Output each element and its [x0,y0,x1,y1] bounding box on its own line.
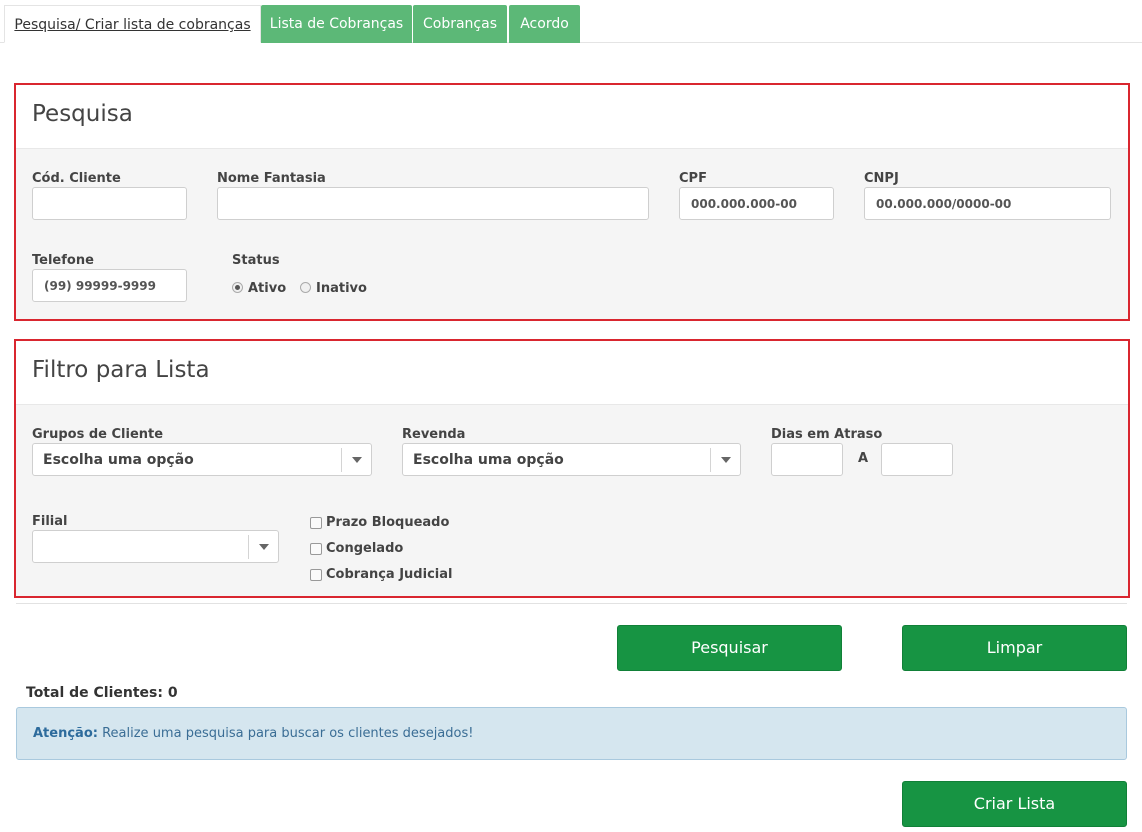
status-inativo-radio[interactable] [300,282,311,293]
chevron-down-icon[interactable] [710,448,740,472]
dias-atraso-from-input[interactable] [771,443,843,476]
divider [16,603,1127,604]
pesquisa-panel: Pesquisa Cód. Cliente Nome Fantasia CPF … [14,83,1130,321]
pesquisa-panel-header: Pesquisa [16,85,1128,149]
cnpj-input[interactable] [864,187,1111,220]
chevron-down-icon[interactable] [248,535,278,559]
status-ativo-label[interactable]: Ativo [248,281,286,296]
filtro-panel-header: Filtro para Lista [16,341,1128,405]
nome-fantasia-input[interactable] [217,187,649,220]
chevron-down-icon[interactable] [341,448,371,472]
prazo-bloqueado-label[interactable]: Prazo Bloqueado [326,515,449,530]
tab-lista-cobrancas[interactable]: Lista de Cobranças [261,5,412,43]
tab-acordo[interactable]: Acordo [509,5,580,43]
filial-select[interactable] [32,530,279,563]
cod-cliente-input[interactable] [32,187,187,220]
nome-fantasia-label: Nome Fantasia [217,171,326,186]
alert-text: Realize uma pesquisa para buscar os clie… [97,726,474,741]
status-label: Status [232,253,280,268]
tab-bar: Pesquisa/ Criar lista de cobranças Lista… [0,0,1142,43]
cod-cliente-label: Cód. Cliente [32,171,121,186]
limpar-button[interactable]: Limpar [902,625,1127,671]
pesquisar-button[interactable]: Pesquisar [617,625,842,671]
telefone-input[interactable] [32,269,187,302]
telefone-label: Telefone [32,253,94,268]
info-alert: Atenção: Realize uma pesquisa para busca… [16,707,1127,760]
cobranca-judicial-label[interactable]: Cobrança Judicial [326,567,452,582]
tab-pesquisa-criar-lista[interactable]: Pesquisa/ Criar lista de cobranças [4,5,261,43]
prazo-bloqueado-checkbox[interactable] [310,517,322,529]
grupos-cliente-select[interactable]: Escolha uma opção [32,443,372,476]
total-clientes: Total de Clientes: 0 [26,685,178,701]
cpf-input[interactable] [679,187,834,220]
criar-lista-button[interactable]: Criar Lista [902,781,1127,827]
revenda-select[interactable]: Escolha uma opção [402,443,741,476]
filial-label: Filial [32,514,68,529]
dias-atraso-to-input[interactable] [881,443,953,476]
revenda-label: Revenda [402,427,466,442]
grupos-cliente-label: Grupos de Cliente [32,427,164,442]
cpf-label: CPF [679,171,707,186]
status-ativo-radio[interactable] [232,282,243,293]
grupos-cliente-value: Escolha uma opção [43,452,194,468]
dias-atraso-label: Dias em Atraso [771,427,883,442]
filtro-title: Filtro para Lista [32,357,210,383]
alert-strong: Atenção: [33,726,98,741]
filtro-panel: Filtro para Lista Grupos de Cliente Esco… [14,339,1130,598]
cnpj-label: CNPJ [864,171,899,186]
tab-cobrancas[interactable]: Cobranças [413,5,507,43]
congelado-label[interactable]: Congelado [326,541,403,556]
pesquisa-title: Pesquisa [32,101,133,127]
revenda-value: Escolha uma opção [413,452,564,468]
status-inativo-label[interactable]: Inativo [316,281,367,296]
dias-atraso-separator: A [858,451,869,466]
congelado-checkbox[interactable] [310,543,322,555]
cobranca-judicial-checkbox[interactable] [310,569,322,581]
